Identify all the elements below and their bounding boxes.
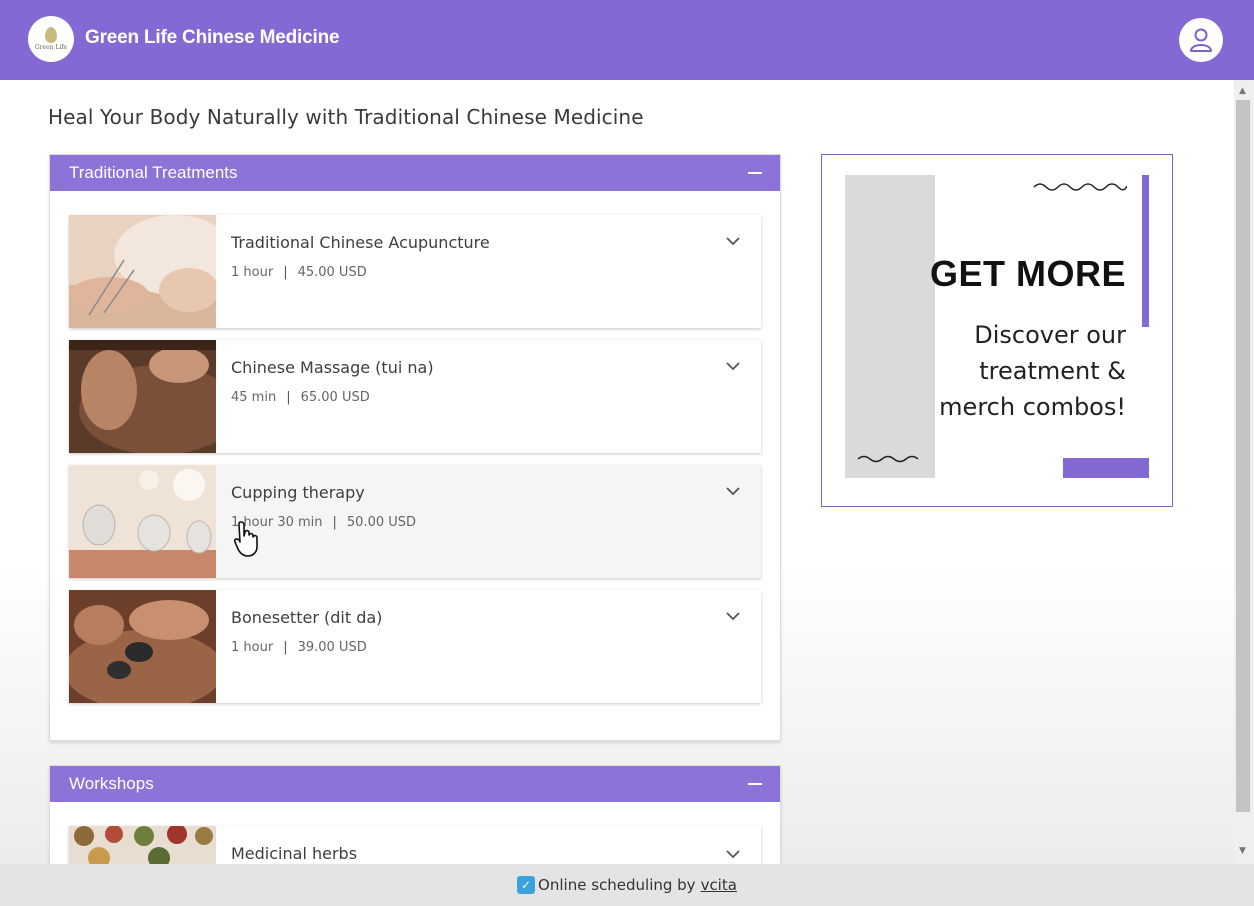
top-bar: Green Life Green Life Chinese Medicine: [0, 0, 1254, 80]
promo-headline: GET MORE: [929, 253, 1126, 294]
service-name: Chinese Massage (tui na): [231, 358, 434, 377]
service-card-acupuncture[interactable]: Traditional Chinese Acupuncture 1 hour | 4…: [69, 215, 761, 328]
section-header[interactable]: Workshops: [50, 766, 780, 802]
chevron-down-icon[interactable]: [725, 235, 741, 247]
main-content: Heal Your Body Naturally with Traditiona…: [0, 80, 1234, 864]
promo-line: Discover our: [974, 321, 1126, 349]
service-card-tui-na[interactable]: Chinese Massage (tui na) 45 min | 65.00 US…: [69, 340, 761, 453]
footer-text: Online scheduling by: [538, 876, 696, 894]
separator: |: [286, 390, 291, 405]
section-traditional-treatments: Traditional Treatments Traditional Chine…: [49, 154, 781, 741]
service-price: 50.00 USD: [346, 515, 417, 530]
vertical-scrollbar[interactable]: ▲ ▼: [1234, 80, 1254, 864]
service-price: 45.00 USD: [297, 265, 367, 280]
service-card-medicinal-herbs[interactable]: Medicinal herbs: [69, 826, 761, 864]
chevron-down-icon[interactable]: [725, 610, 741, 622]
section-workshops: Workshops Medicinal herbs: [49, 765, 781, 864]
service-image: [69, 340, 216, 453]
minus-icon[interactable]: [748, 172, 762, 174]
chevron-down-icon[interactable]: [725, 360, 741, 372]
service-name: Cupping therapy: [231, 483, 365, 502]
service-duration: 1 hour: [231, 265, 274, 280]
service-image: [69, 215, 216, 328]
separator: |: [283, 640, 288, 655]
service-name: Medicinal herbs: [231, 844, 358, 863]
separator: |: [283, 265, 288, 280]
service-image: [69, 590, 216, 703]
service-duration: 1 hour: [231, 640, 274, 655]
hand-cursor-icon: [234, 521, 258, 557]
promo-accent-bar: [1142, 175, 1149, 327]
service-meta: 1 hour | 45.00 USD: [231, 265, 367, 280]
footer: ✓ Online scheduling by vcita: [0, 864, 1254, 906]
chevron-down-icon[interactable]: [725, 848, 741, 860]
scroll-up-icon[interactable]: ▲: [1239, 86, 1246, 96]
separator: |: [332, 515, 337, 530]
brand-name: Green Life Chinese Medicine: [85, 27, 340, 48]
wave-icon: [857, 455, 919, 463]
brand-logo[interactable]: Green Life: [28, 16, 74, 62]
section-header[interactable]: Traditional Treatments: [50, 155, 780, 191]
service-image: [69, 465, 216, 578]
leaf-icon: [45, 27, 57, 43]
chevron-down-icon[interactable]: [725, 485, 741, 497]
promo-line: merch combos!: [939, 393, 1126, 421]
service-meta: 1 hour | 39.00 USD: [231, 640, 367, 655]
service-meta: 45 min | 65.00 USD: [231, 390, 370, 405]
promo-line: treatment &: [979, 357, 1126, 385]
service-card-bonesetter[interactable]: Bonesetter (dit da) 1 hour | 39.00 USD: [69, 590, 761, 703]
promo-text: Discover our treatment & merch combos!: [866, 317, 1126, 425]
service-image: [69, 826, 216, 864]
service-price: 39.00 USD: [297, 640, 367, 655]
service-name: Bonesetter (dit da): [231, 608, 383, 627]
promo-banner[interactable]: GET MORE Discover our treatment & merch …: [821, 154, 1173, 507]
service-card-cupping[interactable]: Cupping therapy 1 hour 30 min | 50.00 USD: [69, 465, 761, 578]
wave-icon: [1033, 183, 1127, 191]
minus-icon[interactable]: [748, 783, 762, 785]
promo-accent-block: [1063, 458, 1149, 478]
section-title: Workshops: [69, 774, 154, 793]
vcita-logo-icon: ✓: [517, 876, 536, 894]
service-name: Traditional Chinese Acupuncture: [231, 233, 490, 252]
page-heading: Heal Your Body Naturally with Traditiona…: [48, 105, 644, 129]
scrollbar-thumb[interactable]: [1236, 100, 1250, 812]
scroll-down-icon[interactable]: ▼: [1239, 846, 1246, 856]
logo-text: Green Life: [34, 44, 68, 51]
user-icon: [1190, 28, 1212, 52]
vcita-link[interactable]: vcita: [701, 876, 737, 894]
user-account-button[interactable]: [1179, 18, 1223, 62]
section-title: Traditional Treatments: [69, 163, 238, 182]
service-duration: 45 min: [231, 390, 277, 405]
service-price: 65.00 USD: [300, 390, 370, 405]
